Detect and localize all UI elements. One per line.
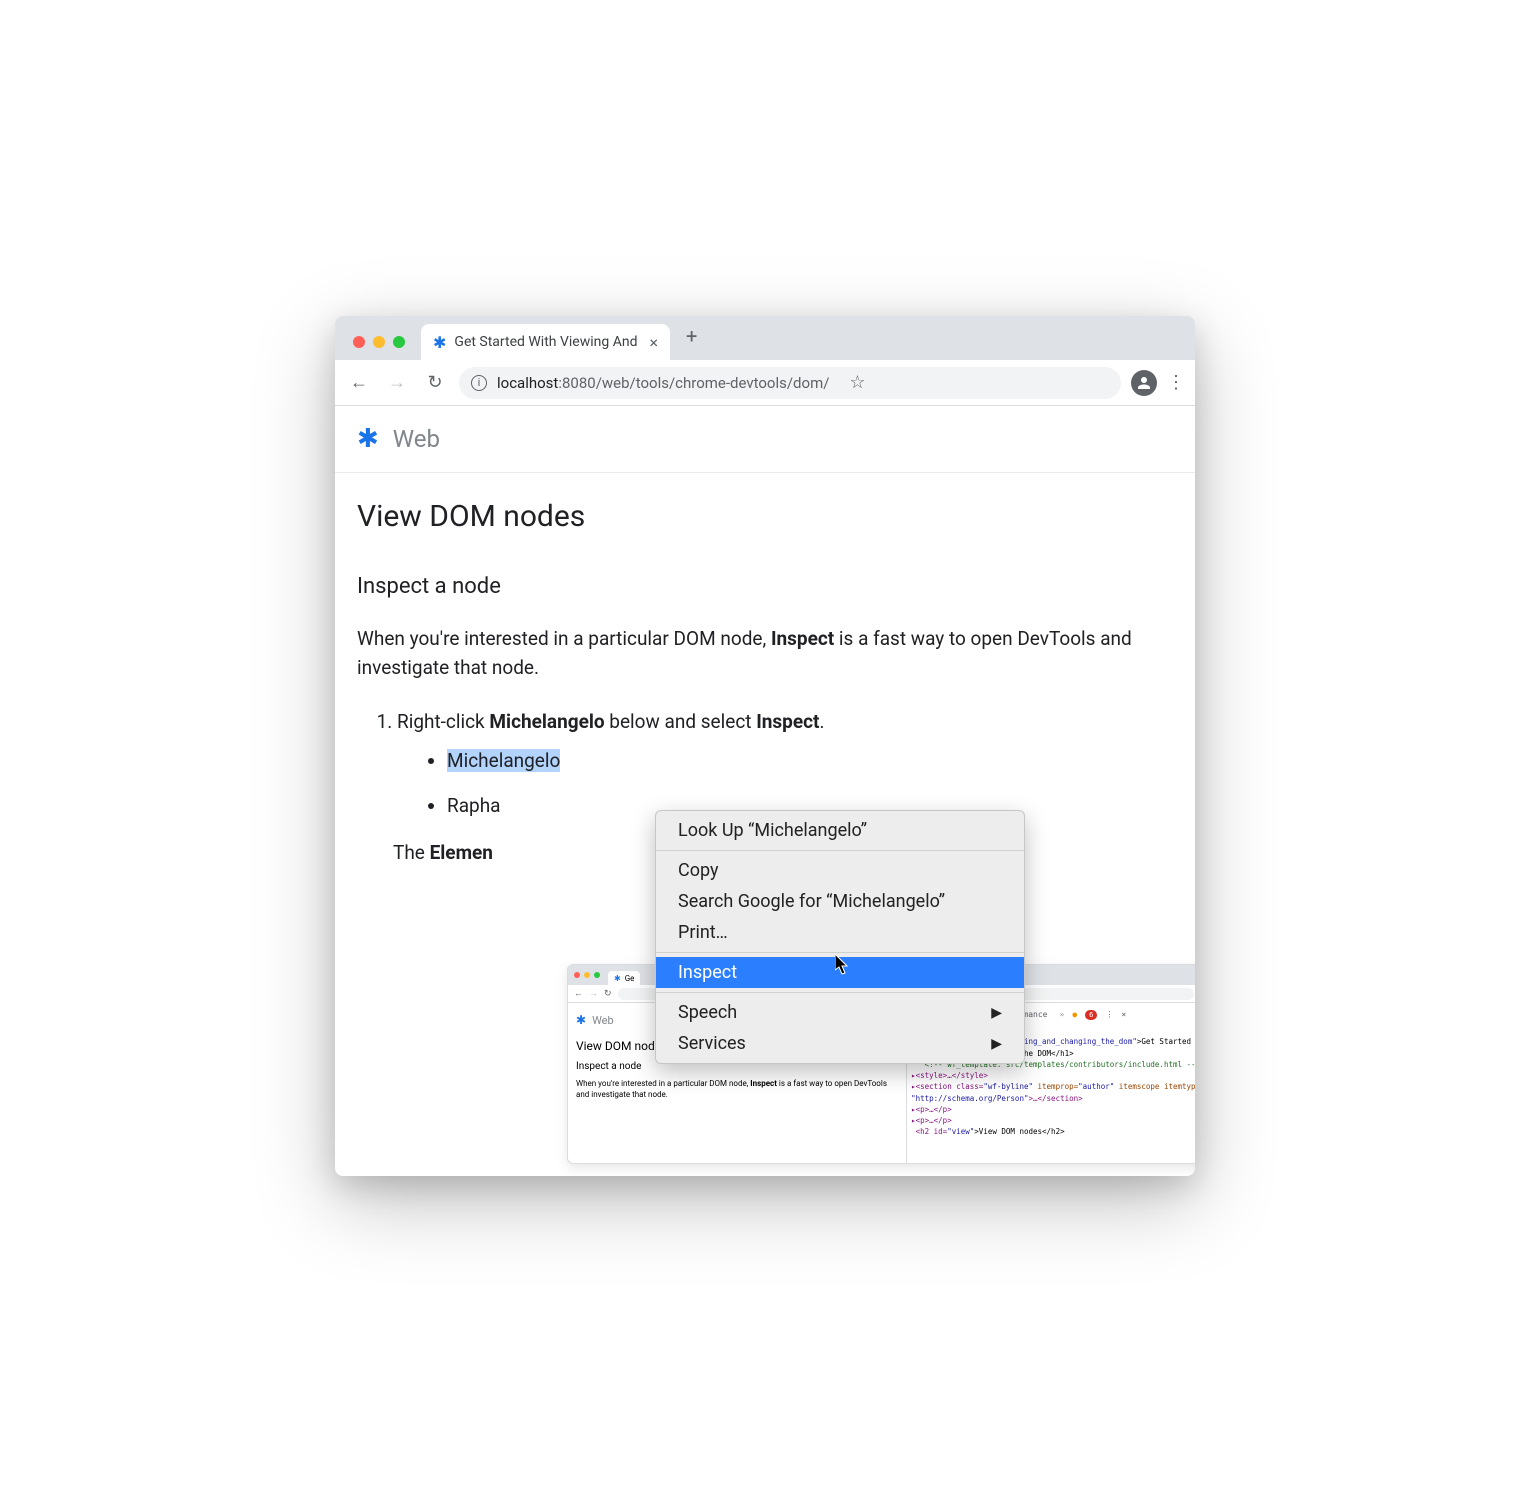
bookmark-icon[interactable]: ☆ bbox=[849, 372, 865, 393]
tab-strip: ✱ Get Started With Viewing And × + bbox=[335, 316, 1195, 360]
address-bar[interactable]: i localhost:8080/web/tools/chrome-devtoo… bbox=[459, 367, 1121, 399]
site-header: ✱ Web bbox=[335, 406, 1195, 473]
tab-title: Get Started With Viewing And bbox=[454, 334, 637, 350]
reload-button[interactable]: ↻ bbox=[421, 369, 449, 397]
maximize-window-button[interactable] bbox=[393, 336, 405, 348]
submenu-arrow-icon: ▶ bbox=[991, 1036, 1002, 1052]
submenu-arrow-icon: ▶ bbox=[991, 1005, 1002, 1021]
new-tab-button[interactable]: + bbox=[676, 318, 707, 354]
window-controls bbox=[345, 336, 413, 360]
favicon-icon: ✱ bbox=[433, 333, 446, 352]
error-badge: 6 bbox=[1085, 1010, 1097, 1021]
ctx-inspect[interactable]: Inspect bbox=[656, 957, 1024, 988]
step-1: Right-click Michelangelo below and selec… bbox=[397, 710, 1173, 817]
mini-tab: ✱Ge bbox=[608, 971, 640, 985]
ctx-print[interactable]: Print… bbox=[656, 917, 1024, 948]
back-button[interactable]: ← bbox=[345, 369, 373, 397]
forward-button[interactable]: → bbox=[383, 369, 411, 397]
separator bbox=[656, 952, 1024, 953]
list-item[interactable]: Michelangelo bbox=[447, 749, 1173, 772]
minimize-window-button[interactable] bbox=[373, 336, 385, 348]
chrome-menu-button[interactable]: ⋮ bbox=[1167, 372, 1185, 393]
ctx-services[interactable]: Services▶ bbox=[656, 1028, 1024, 1059]
site-title: Web bbox=[393, 425, 440, 453]
browser-tab[interactable]: ✱ Get Started With Viewing And × bbox=[421, 324, 670, 360]
page-h1: View DOM nodes bbox=[357, 499, 1173, 534]
close-window-button[interactable] bbox=[353, 336, 365, 348]
turtles-list: Michelangelo Rapha bbox=[397, 749, 1173, 817]
warning-icon: ● bbox=[1072, 1009, 1077, 1021]
mini-max-icon bbox=[594, 972, 600, 978]
separator bbox=[656, 992, 1024, 993]
highlighted-text: Michelangelo bbox=[447, 749, 560, 772]
ctx-copy[interactable]: Copy bbox=[656, 855, 1024, 886]
ctx-search[interactable]: Search Google for “Michelangelo” bbox=[656, 886, 1024, 917]
site-logo-icon: ✱ bbox=[357, 424, 379, 454]
close-tab-icon[interactable]: × bbox=[649, 333, 658, 352]
intro-paragraph: When you're interested in a particular D… bbox=[357, 625, 1173, 682]
context-menu: Look Up “Michelangelo” Copy Search Googl… bbox=[655, 810, 1025, 1064]
mini-min-icon bbox=[584, 972, 590, 978]
url-text: localhost:8080/web/tools/chrome-devtools… bbox=[497, 374, 829, 392]
browser-toolbar: ← → ↻ i localhost:8080/web/tools/chrome-… bbox=[335, 360, 1195, 406]
profile-button[interactable] bbox=[1131, 370, 1157, 396]
separator bbox=[656, 850, 1024, 851]
page-h2: Inspect a node bbox=[357, 574, 1173, 599]
browser-window: ✱ Get Started With Viewing And × + ← → ↻… bbox=[335, 316, 1195, 1176]
ctx-lookup[interactable]: Look Up “Michelangelo” bbox=[656, 815, 1024, 846]
mini-close-icon bbox=[574, 972, 580, 978]
ctx-speech[interactable]: Speech▶ bbox=[656, 997, 1024, 1028]
site-info-icon[interactable]: i bbox=[471, 375, 487, 391]
steps-list: Right-click Michelangelo below and selec… bbox=[357, 710, 1173, 817]
